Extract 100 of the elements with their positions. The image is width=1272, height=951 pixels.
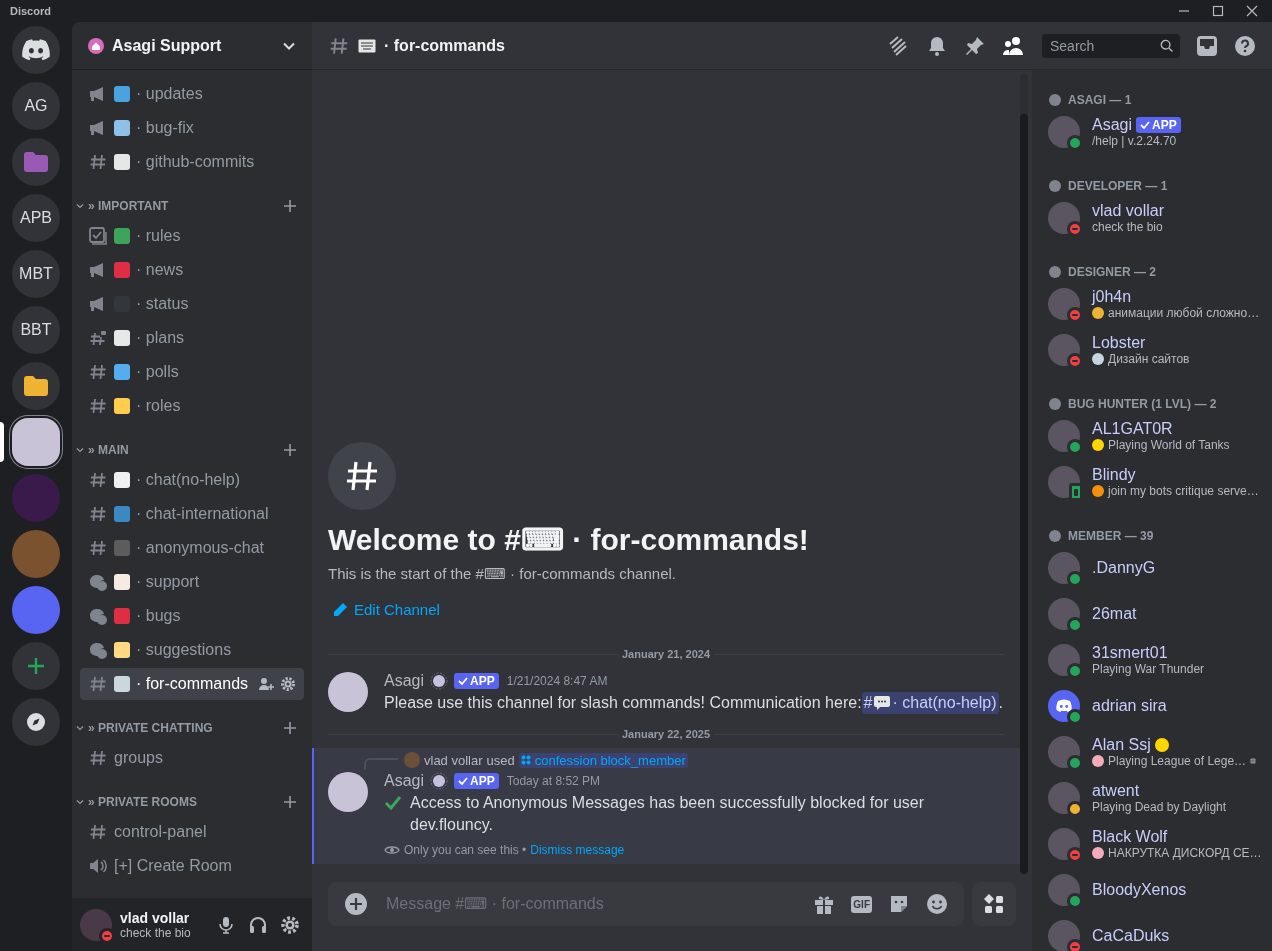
microphone-icon[interactable]	[216, 914, 236, 935]
bell-icon[interactable]	[926, 34, 948, 57]
app-badge: APP	[1136, 117, 1181, 133]
inbox-icon[interactable]	[1196, 34, 1218, 57]
member-name[interactable]: CaCaDuks	[1092, 927, 1170, 945]
member-name[interactable]: BloodyXenos	[1092, 881, 1187, 899]
search-field[interactable]: Search	[1042, 33, 1180, 58]
apps-button[interactable]	[972, 882, 1016, 926]
compass-button[interactable]	[12, 698, 60, 746]
gif-button[interactable]: GIF	[851, 895, 872, 913]
category-title[interactable]: » MAIN	[88, 443, 129, 457]
plus-icon[interactable]	[284, 444, 296, 456]
member-name[interactable]: .DannyG	[1092, 559, 1156, 577]
channel-item[interactable]: · anonymous-chat	[80, 532, 304, 564]
member-name[interactable]: AL1GAT0R	[1092, 420, 1173, 438]
member-name[interactable]: 26mat	[1092, 605, 1137, 623]
channel-item[interactable]: · support	[80, 566, 304, 598]
close-icon[interactable]	[1246, 5, 1258, 17]
avatar-placeholder	[1048, 334, 1080, 366]
search-input[interactable]: Search	[1048, 36, 1161, 55]
channel-item[interactable]: groups	[80, 742, 304, 774]
dismiss-link[interactable]: Dismiss message	[530, 843, 625, 857]
welcome-title: Welcome to #⌨ · for-commands!	[328, 522, 810, 557]
user-status: check the bio	[120, 925, 192, 940]
add-icon[interactable]	[344, 892, 368, 916]
server-button[interactable]: MBT	[12, 250, 60, 298]
avatar-placeholder[interactable]	[328, 672, 368, 712]
channel-item[interactable]: · polls	[80, 356, 304, 388]
channel-item[interactable]: · updates	[80, 78, 304, 110]
plus-icon[interactable]	[284, 722, 296, 734]
server-button[interactable]: APB	[12, 194, 60, 242]
author-name[interactable]: Asagi	[384, 672, 425, 690]
scrollbar[interactable]	[1020, 74, 1028, 874]
sticker-icon[interactable]	[888, 893, 910, 915]
server-button[interactable]: AG	[12, 82, 60, 130]
role-icon	[1048, 179, 1062, 193]
channel-item[interactable]: · chat-international	[80, 498, 304, 530]
chevron-icon[interactable]	[76, 446, 84, 454]
channel-item[interactable]: · suggestions	[80, 634, 304, 666]
channel-mention[interactable]: # · chat(no-help)	[861, 692, 999, 714]
channel-item[interactable]: · chat(no-help)	[80, 464, 304, 496]
member-name[interactable]: Black Wolf	[1092, 828, 1168, 846]
chevron-icon[interactable]	[76, 202, 84, 210]
help-icon[interactable]	[1234, 34, 1256, 57]
server-folder[interactable]	[12, 362, 60, 410]
add-member-icon[interactable]	[258, 676, 274, 692]
channel-item[interactable]: control-panel	[80, 816, 304, 848]
member-name[interactable]: j0h4n	[1092, 288, 1132, 306]
member-name[interactable]: adrian sira	[1092, 697, 1167, 715]
add-server-button[interactable]	[12, 642, 60, 690]
pin-icon[interactable]	[964, 34, 986, 57]
channel-item[interactable]: · news	[80, 254, 304, 286]
server-button[interactable]: BBT	[12, 306, 60, 354]
server-header[interactable]: Asagi Support	[72, 22, 312, 70]
channel-item[interactable]: · rules	[80, 220, 304, 252]
search-icon[interactable]	[1160, 37, 1174, 54]
pencil-icon	[332, 601, 348, 618]
chevron-icon[interactable]	[76, 798, 84, 806]
category-title[interactable]: » PRIVATE ROOMS	[88, 795, 197, 809]
settings-icon[interactable]	[280, 676, 296, 692]
member-name[interactable]: 31smert01	[1092, 644, 1168, 662]
settings-icon[interactable]	[280, 914, 300, 935]
channel-item[interactable]: · for-commands	[80, 668, 304, 700]
plus-icon[interactable]	[284, 796, 296, 808]
member-name[interactable]: Lobster	[1092, 334, 1146, 352]
maximize-icon[interactable]	[1212, 5, 1224, 17]
member-name[interactable]: Alan Ssj	[1092, 736, 1151, 754]
home-button[interactable]	[12, 26, 60, 74]
channel-item[interactable]: · bug-fix	[80, 112, 304, 144]
message-field[interactable]: Message #⌨ · for-commands GIF	[328, 882, 964, 926]
edit-channel-link[interactable]: Edit Channel	[328, 595, 444, 624]
channel-item[interactable]: · plans	[80, 322, 304, 354]
headphones-icon[interactable]	[248, 914, 268, 935]
author-name[interactable]: Asagi	[384, 772, 425, 790]
member-name[interactable]: vlad vollar	[1092, 202, 1165, 220]
server-folder[interactable]	[12, 138, 60, 186]
reply-author[interactable]: vlad vollar	[424, 752, 483, 768]
member-name[interactable]: Asagi	[1092, 116, 1133, 134]
smile-icon[interactable]	[926, 893, 948, 915]
chevron-icon[interactable]	[76, 724, 84, 732]
channel-item[interactable]: · github-commits	[80, 146, 304, 178]
server-picture[interactable]	[12, 418, 60, 466]
channel-item[interactable]: · status	[80, 288, 304, 320]
command-mention[interactable]: confession block_member	[518, 752, 688, 768]
channel-item[interactable]: [+] Create Room	[80, 850, 304, 882]
hash-icon	[88, 362, 108, 382]
keyboard-icon	[358, 38, 376, 53]
channel-item[interactable]: · roles	[80, 390, 304, 422]
category-title[interactable]: » PRIVATE CHATTING	[88, 721, 213, 735]
members-icon[interactable]	[1002, 34, 1026, 57]
role-title: MEMBER — 39	[1068, 529, 1154, 543]
member-name[interactable]: atwent	[1092, 782, 1140, 800]
plus-icon[interactable]	[284, 200, 296, 212]
member-name[interactable]: Blindy	[1092, 466, 1136, 484]
avatar-placeholder	[1048, 782, 1080, 814]
category-title[interactable]: » IMPORTANT	[88, 199, 169, 213]
avatar-placeholder[interactable]	[80, 908, 112, 941]
avatar-placeholder[interactable]	[328, 772, 368, 812]
channel-item[interactable]: · bugs	[80, 600, 304, 632]
activity-text: Дизайн сайтов	[1108, 352, 1190, 366]
